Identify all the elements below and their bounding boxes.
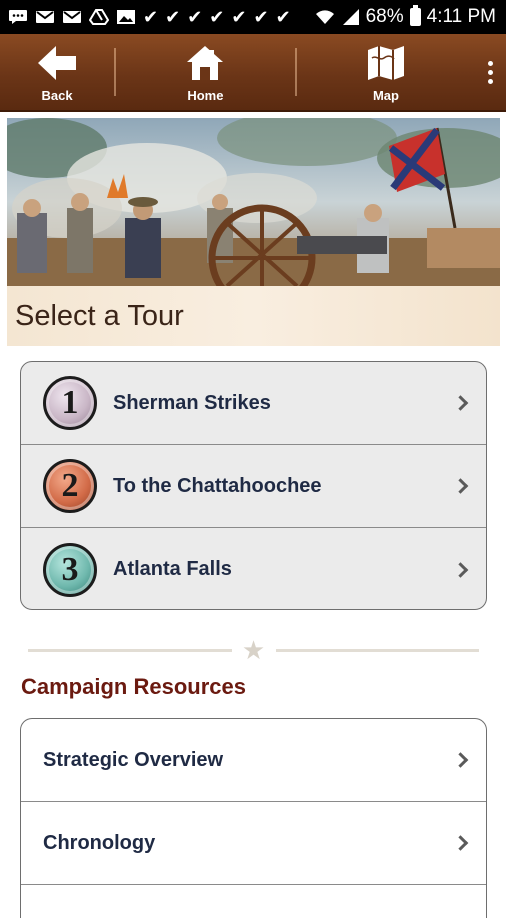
wifi-icon <box>315 10 334 24</box>
star-icon: ★ <box>241 635 266 665</box>
check-icon: ✔ <box>143 7 159 27</box>
tour-number-badge: 2 <box>43 459 97 513</box>
tour-list: 1 Sherman Strikes 2 To the Chattahoochee… <box>20 361 487 610</box>
tour-item[interactable]: 2 To the Chattahoochee <box>21 445 486 528</box>
clock: 4:11 PM <box>426 6 496 27</box>
overflow-menu-button[interactable] <box>475 34 506 110</box>
tour-label: Atlanta Falls <box>113 558 232 580</box>
map-button[interactable]: Map <box>297 34 476 110</box>
chevron-right-icon <box>452 752 469 768</box>
check-icon: ✔ <box>231 7 247 27</box>
tour-number-badge: 3 <box>43 542 97 597</box>
check-icon: ✔ <box>275 7 291 27</box>
battery-percent: 68% <box>365 6 404 27</box>
chat-icon <box>9 10 27 24</box>
resource-list: Strategic Overview Chronology <box>20 718 487 918</box>
mail-icon <box>36 11 54 23</box>
battle-painting-image <box>7 118 500 286</box>
check-icon: ✔ <box>187 7 203 27</box>
home-label: Home <box>187 87 224 103</box>
tour-item[interactable]: 3 Atlanta Falls <box>21 528 486 609</box>
tour-item[interactable]: 1 Sherman Strikes <box>21 362 486 445</box>
resource-item[interactable]: Chronology <box>21 802 486 885</box>
notification-icons: ✔ ✔ ✔ ✔ ✔ ✔ ✔ <box>8 7 291 27</box>
more-vertical-icon <box>488 60 494 84</box>
chevron-right-icon <box>452 561 469 578</box>
page-title: Select a Tour <box>15 299 184 332</box>
section-divider: ★ <box>28 637 479 663</box>
tour-label: Sherman Strikes <box>113 391 271 414</box>
hero-image <box>7 118 500 286</box>
back-button[interactable]: Back <box>0 34 114 110</box>
drive-icon <box>89 9 109 25</box>
check-icon: ✔ <box>165 7 181 27</box>
map-label: Map <box>372 87 399 103</box>
mail-icon <box>63 11 81 23</box>
map-icon <box>367 45 404 80</box>
chevron-right-icon <box>452 395 469 411</box>
select-tour-header: Select a Tour <box>7 286 500 346</box>
check-icon: ✔ <box>253 7 269 27</box>
resource-label: Strategic Overview <box>43 748 224 771</box>
resource-item[interactable]: Strategic Overview <box>21 719 486 802</box>
check-icon: ✔ <box>209 7 225 27</box>
resource-label: Chronology <box>43 831 156 854</box>
signal-icon <box>342 9 359 25</box>
section-title: Campaign Resources <box>21 674 246 699</box>
back-label: Back <box>41 87 73 103</box>
tour-label: To the Chattahoochee <box>113 474 322 497</box>
system-icons: 68% 4:11 PM <box>314 5 496 28</box>
home-icon <box>187 45 224 80</box>
status-bar: ✔ ✔ ✔ ✔ ✔ ✔ ✔ 68% 4:11 PM <box>0 0 506 34</box>
chevron-right-icon <box>452 835 469 851</box>
back-arrow-icon <box>38 45 77 80</box>
battery-icon <box>409 5 421 26</box>
chevron-right-icon <box>452 478 469 494</box>
tour-number-badge: 1 <box>43 376 97 430</box>
top-nav: Back Home Map <box>0 34 506 112</box>
home-button[interactable]: Home <box>116 34 295 110</box>
image-icon <box>117 10 135 24</box>
